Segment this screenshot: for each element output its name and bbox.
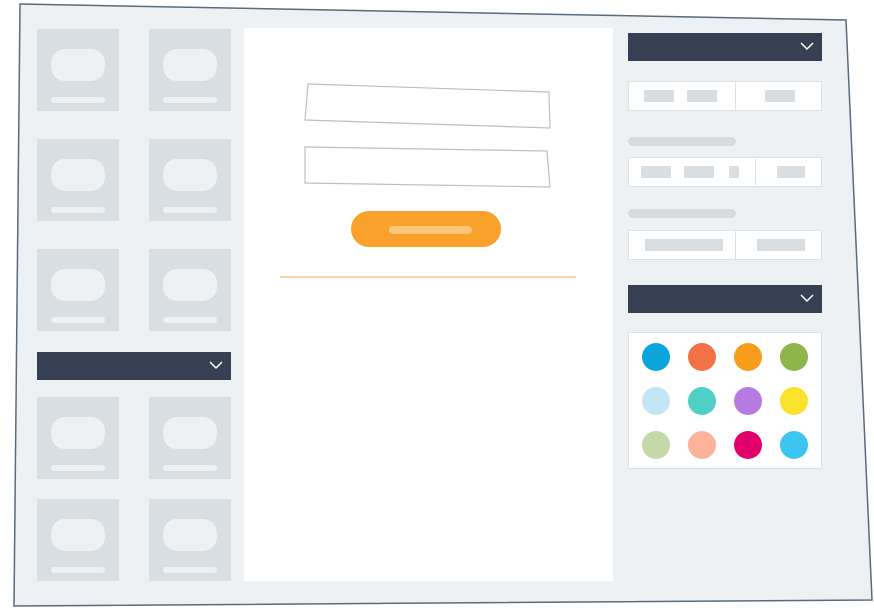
button-label-placeholder [389,226,472,234]
color-swatch[interactable] [734,343,762,371]
text-input-field[interactable] [304,146,551,188]
component-tile[interactable] [37,139,119,221]
color-swatch[interactable] [688,343,716,371]
color-swatch[interactable] [780,387,808,415]
chevron-down-icon[interactable] [209,360,223,370]
color-swatch[interactable] [734,387,762,415]
color-swatch[interactable] [780,343,808,371]
component-tile[interactable] [149,139,231,221]
color-section-header[interactable] [628,285,822,313]
color-swatch[interactable] [688,387,716,415]
color-swatch[interactable] [734,431,762,459]
property-label [628,209,736,218]
design-canvas[interactable] [244,28,613,581]
component-tile[interactable] [37,249,119,331]
library-section-header[interactable] [37,352,231,380]
component-tile[interactable] [149,249,231,331]
component-tile[interactable] [37,499,119,581]
canvas-content [280,83,576,278]
component-tile[interactable] [149,29,231,111]
color-swatch[interactable] [688,431,716,459]
color-palette [628,332,822,469]
component-tile[interactable] [149,397,231,479]
color-swatch[interactable] [642,343,670,371]
component-tile[interactable] [149,499,231,581]
text-input-field[interactable] [304,83,551,129]
property-row[interactable] [628,81,822,111]
chevron-down-icon[interactable] [800,293,814,303]
app-window [0,0,874,608]
component-tile[interactable] [37,29,119,111]
chevron-down-icon[interactable] [800,41,814,51]
color-swatch[interactable] [642,387,670,415]
component-tile[interactable] [37,397,119,479]
color-swatch[interactable] [642,431,670,459]
properties-section-header[interactable] [628,33,822,61]
property-row[interactable] [628,230,822,260]
color-swatch[interactable] [780,431,808,459]
property-label [628,137,736,146]
property-row[interactable] [628,157,822,187]
